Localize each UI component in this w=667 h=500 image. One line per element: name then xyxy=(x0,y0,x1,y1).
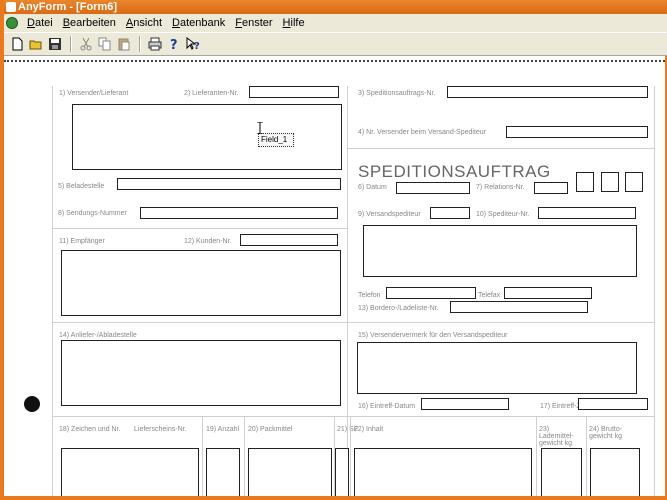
field-kunden-nr[interactable] xyxy=(240,234,338,246)
cut-icon[interactable] xyxy=(77,35,95,53)
label-zeichen-nr: 18) Zeichen und Nr. xyxy=(59,426,121,433)
new-file-icon[interactable] xyxy=(8,35,26,53)
field-lademittelgewicht[interactable] xyxy=(541,448,582,496)
label-kunden-nr: 12) Kunden-Nr. xyxy=(184,238,232,245)
label-eintreff-datum: 16) Eintreff-Datum xyxy=(358,403,416,410)
label-anzahl: 19) Anzahl xyxy=(206,426,240,433)
label-relations-nr: 7) Relations-Nr. xyxy=(476,184,525,191)
menu-fenster[interactable]: Fenster xyxy=(230,17,277,29)
field-versender[interactable] xyxy=(72,104,342,170)
field-empfaenger[interactable] xyxy=(61,250,341,316)
context-help-icon[interactable]: ? xyxy=(184,35,202,53)
open-folder-icon[interactable] xyxy=(27,35,45,53)
svg-text:?: ? xyxy=(170,38,178,51)
menu-ansicht[interactable]: Ansicht xyxy=(121,17,167,29)
punch-hole xyxy=(24,396,40,412)
menu-hilfe[interactable]: Hilfe xyxy=(278,17,310,29)
menu-bar: Datei Bearbeiten Ansicht Datenbank Fenst… xyxy=(4,14,667,32)
field-datum[interactable] xyxy=(396,182,470,194)
label-bruttogewicht: 24) Brutto-gewicht kg xyxy=(589,426,623,440)
field-telefon[interactable] xyxy=(386,287,476,299)
label-lademittelgewicht: 23) Lademittel-gewicht kg xyxy=(539,426,574,447)
label-telefon: Telefon xyxy=(358,292,381,299)
title-bar: AnyForm - [Form6] xyxy=(4,0,667,14)
text-cursor-icon xyxy=(257,122,263,134)
field-sf[interactable] xyxy=(335,448,349,496)
field-zeichen-nr[interactable] xyxy=(61,448,199,496)
check-box[interactable] xyxy=(576,172,594,192)
column-divider xyxy=(202,416,203,496)
label-packmittel: 20) Packmittel xyxy=(248,426,293,433)
column-divider xyxy=(536,416,537,496)
column-divider xyxy=(586,416,587,496)
svg-text:?: ? xyxy=(194,41,200,51)
column-divider xyxy=(244,416,245,496)
section-divider xyxy=(52,228,347,229)
label-versendervermerk: 15) Versendervermerk für den Versandsped… xyxy=(358,332,508,339)
label-nr-versender: 4) Nr. Versender beim Versand-Spediteur xyxy=(358,129,487,136)
label-empfaenger: 11) Empfänger xyxy=(59,238,105,245)
field-beladestelle[interactable] xyxy=(117,178,341,190)
app-system-icon[interactable] xyxy=(6,2,16,12)
application-window: AnyForm - [Form6] Datei Bearbeiten Ansic… xyxy=(0,0,667,500)
form-page: 1) Versender/Lieferant 2) Lieferanten-Nr… xyxy=(4,56,665,496)
check-box[interactable] xyxy=(601,172,619,192)
form-border xyxy=(52,86,53,496)
label-beladestelle: 5) Beladestelle xyxy=(58,183,105,190)
field-spediteur-nr[interactable] xyxy=(538,207,636,219)
menu-datenbank[interactable]: Datenbank xyxy=(167,17,230,29)
form-border xyxy=(654,86,655,496)
toolbar-separator xyxy=(139,36,141,52)
print-icon[interactable] xyxy=(146,35,164,53)
field-anzahl[interactable] xyxy=(206,448,240,496)
label-inhalt: 22) Inhalt xyxy=(354,426,384,433)
toolbar-separator xyxy=(70,36,72,52)
field-speditionsauftrags-nr[interactable] xyxy=(447,86,648,98)
field-lieferanten-nr[interactable] xyxy=(249,86,339,98)
field-spediteur-adresse[interactable] xyxy=(363,225,637,277)
field-1-placeholder[interactable]: Field_1 xyxy=(258,133,294,147)
field-bruttogewicht[interactable] xyxy=(590,448,640,496)
toolbar: ? ? xyxy=(4,32,667,56)
column-divider xyxy=(350,416,351,496)
label-versandspediteur: 9) Versandspediteur xyxy=(358,211,421,218)
save-icon[interactable] xyxy=(46,35,64,53)
label-bordero-nr: 13) Bordero-/Ladeliste-Nr. xyxy=(358,305,439,312)
label-anlieferstelle: 14) Anliefer-/Abladestelle xyxy=(59,332,137,339)
field-versendervermerk[interactable] xyxy=(357,342,637,394)
field-nr-versender[interactable] xyxy=(506,126,648,138)
field-inhalt[interactable] xyxy=(354,448,532,496)
form-workspace: 1) Versender/Lieferant 2) Lieferanten-Nr… xyxy=(4,56,665,496)
label-versender: 1) Versender/Lieferant xyxy=(59,90,129,97)
label-lieferanten-nr: 2) Lieferanten-Nr. xyxy=(184,90,239,97)
field-telefax[interactable] xyxy=(504,287,592,299)
section-divider xyxy=(52,322,654,323)
label-datum: 6) Datum xyxy=(358,184,387,191)
label-lieferscheins-nr: Lieferscheins-Nr. xyxy=(134,426,187,433)
field-bordero-nr[interactable] xyxy=(450,301,588,313)
field-eintreff-datum[interactable] xyxy=(421,398,509,410)
field-eintreff-zeit[interactable] xyxy=(578,398,648,410)
menu-datei[interactable]: Datei xyxy=(22,17,58,29)
field-anlieferstelle[interactable] xyxy=(61,340,341,406)
label-sendungs-nummer: 8) Sendungs-Nummer xyxy=(58,210,127,217)
field-relations-nr[interactable] xyxy=(534,182,568,194)
section-divider xyxy=(347,148,654,149)
document-icon[interactable] xyxy=(6,17,18,29)
menu-bearbeiten[interactable]: Bearbeiten xyxy=(58,17,121,29)
copy-icon[interactable] xyxy=(96,35,114,53)
paste-icon[interactable] xyxy=(115,35,133,53)
help-icon[interactable]: ? xyxy=(165,35,183,53)
field-sendungs-nummer[interactable] xyxy=(140,207,338,219)
field-versandspediteur[interactable] xyxy=(430,207,470,219)
section-divider xyxy=(52,416,654,417)
field-packmittel[interactable] xyxy=(248,448,332,496)
check-box[interactable] xyxy=(625,172,643,192)
window-title: AnyForm - [Form6] xyxy=(18,1,117,13)
form-title: SPEDITIONSAUFTRAG xyxy=(358,162,551,181)
label-spediteur-nr: 10) Spediteur-Nr. xyxy=(476,211,530,218)
label-telefax: Telefax xyxy=(478,292,501,299)
label-speditionsauftrags-nr: 3) Speditionsauftrags-Nr. xyxy=(358,90,436,97)
